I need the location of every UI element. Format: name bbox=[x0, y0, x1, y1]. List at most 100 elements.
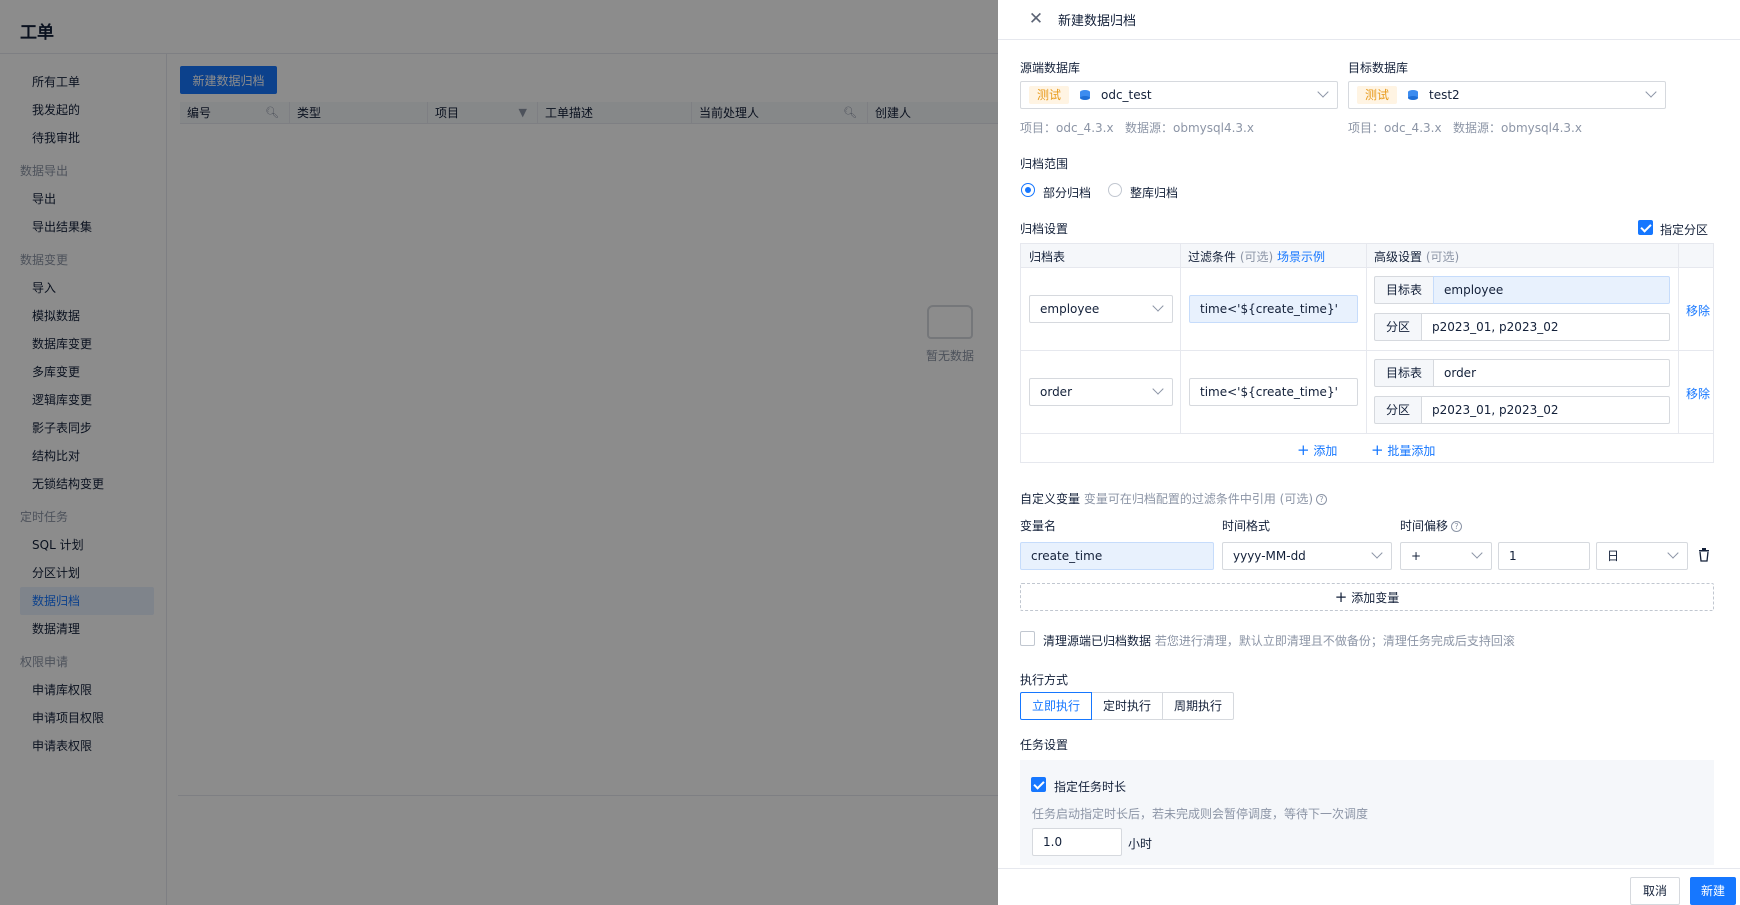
source-db-value: odc_test bbox=[1101, 88, 1152, 102]
source-datasource-meta: 数据源：obmysql4.3.x bbox=[1125, 121, 1254, 135]
divider bbox=[1366, 244, 1367, 434]
duration-checkbox[interactable] bbox=[1031, 777, 1046, 792]
chevron-down-icon bbox=[1645, 86, 1657, 98]
col-var-name: 变量名 bbox=[1020, 519, 1057, 533]
partition-select[interactable]: p2023_01, p2023_02 bbox=[1421, 313, 1670, 341]
col-archive-table: 归档表 bbox=[1029, 250, 1066, 264]
radio-partial-archive[interactable] bbox=[1021, 183, 1035, 197]
offset-sign-select[interactable]: + bbox=[1400, 542, 1492, 570]
target-db-label: 目标数据库 bbox=[1348, 61, 1409, 75]
scope-label: 归档范围 bbox=[1020, 157, 1069, 171]
question-icon[interactable]: ? bbox=[1316, 494, 1328, 505]
variable-name-input[interactable]: create_time bbox=[1020, 542, 1214, 570]
env-tag: 测试 bbox=[1357, 86, 1398, 104]
offset-unit-select[interactable]: 日 bbox=[1596, 542, 1688, 570]
divider bbox=[1021, 350, 1713, 351]
exec-label: 执行方式 bbox=[1020, 673, 1069, 687]
partition-prefix: 分区 bbox=[1374, 396, 1422, 424]
exec-scheduled-button[interactable]: 定时执行 bbox=[1091, 692, 1163, 720]
source-db-select[interactable]: 测试 odc_test bbox=[1020, 81, 1338, 109]
chevron-down-icon bbox=[1471, 547, 1483, 559]
cleanup-hint: 若您进行清理，默认立即清理且不做备份；清理任务完成后支持回滚 bbox=[1154, 634, 1515, 648]
remove-row-link[interactable]: 移除 bbox=[1686, 385, 1710, 402]
task-settings-label: 任务设置 bbox=[1020, 738, 1069, 752]
col-filter: 过滤条件 (可选) 场景示例 bbox=[1188, 250, 1326, 264]
env-tag: 测试 bbox=[1029, 86, 1070, 104]
col-advanced: 高级设置 (可选) bbox=[1374, 250, 1460, 264]
filter-input[interactable]: time<'${create_time}' bbox=[1189, 378, 1358, 406]
add-table-button[interactable]: + 添加 bbox=[1297, 441, 1337, 459]
exec-immediate-button[interactable]: 立即执行 bbox=[1020, 692, 1092, 720]
target-table-prefix: 目标表 bbox=[1374, 276, 1434, 304]
offset-value-input[interactable]: 1 bbox=[1498, 542, 1590, 570]
drawer-header: ✕ 新建数据归档 bbox=[998, 0, 1740, 40]
variables-label: 自定义变量 bbox=[1020, 492, 1081, 506]
radio-label-partial[interactable]: 部分归档 bbox=[1043, 184, 1091, 201]
time-format-select[interactable]: yyyy-MM-dd bbox=[1222, 542, 1392, 570]
archive-table-header bbox=[1021, 244, 1713, 268]
chevron-down-icon bbox=[1371, 547, 1383, 559]
radio-label-full[interactable]: 整库归档 bbox=[1130, 184, 1178, 201]
chevron-down-icon bbox=[1152, 383, 1164, 395]
archive-table-select[interactable]: employee bbox=[1029, 295, 1173, 323]
time-format-value: yyyy-MM-dd bbox=[1233, 549, 1306, 563]
target-table-prefix: 目标表 bbox=[1374, 359, 1434, 387]
delete-icon[interactable] bbox=[1698, 548, 1710, 562]
cleanup-checkbox[interactable] bbox=[1020, 631, 1035, 646]
archive-table-value: employee bbox=[1040, 302, 1100, 316]
duration-input[interactable]: 1.0 bbox=[1032, 828, 1122, 856]
offset-sign-value: + bbox=[1411, 549, 1422, 563]
filter-input[interactable]: time<'${create_time}' bbox=[1189, 295, 1358, 323]
offset-unit-value: 日 bbox=[1607, 549, 1620, 563]
partition-checkbox-label[interactable]: 指定分区 bbox=[1660, 221, 1708, 238]
divider bbox=[1021, 433, 1713, 434]
question-icon[interactable]: ? bbox=[1451, 521, 1463, 532]
col-time-offset: 时间偏移? bbox=[1400, 517, 1463, 534]
col-time-format: 时间格式 bbox=[1222, 519, 1271, 533]
plus-icon: + bbox=[1334, 588, 1348, 606]
source-db-label: 源端数据库 bbox=[1020, 61, 1081, 75]
chevron-down-icon bbox=[1667, 547, 1679, 559]
target-datasource-meta: 数据源：obmysql4.3.x bbox=[1453, 121, 1582, 135]
drawer-title: 新建数据归档 bbox=[1058, 14, 1137, 29]
radio-full-archive[interactable] bbox=[1108, 183, 1122, 197]
plus-icon: + bbox=[1297, 441, 1310, 459]
add-variable-button[interactable]: + 添加变量 bbox=[1020, 583, 1714, 611]
divider bbox=[1180, 244, 1181, 434]
database-icon bbox=[1408, 90, 1418, 100]
scenario-example-link[interactable]: 场景示例 bbox=[1277, 250, 1325, 264]
close-icon[interactable]: ✕ bbox=[1026, 9, 1046, 29]
remove-row-link[interactable]: 移除 bbox=[1686, 302, 1710, 319]
cancel-button[interactable]: 取消 bbox=[1630, 877, 1680, 905]
plus-icon: + bbox=[1371, 441, 1384, 459]
chevron-down-icon bbox=[1152, 300, 1164, 312]
target-project-meta: 项目：odc_4.3.x bbox=[1348, 121, 1442, 135]
target-db-value: test2 bbox=[1429, 88, 1460, 102]
target-db-select[interactable]: 测试 test2 bbox=[1348, 81, 1666, 109]
variables-hint: 变量可在归档配置的过滤条件中引用 (可选) bbox=[1083, 492, 1314, 506]
cleanup-section: 清理源端已归档数据 若您进行清理，默认立即清理且不做备份；清理任务完成后支持回滚 bbox=[1043, 632, 1515, 649]
divider bbox=[1678, 244, 1679, 434]
archive-table-value: order bbox=[1040, 385, 1072, 399]
settings-label: 归档设置 bbox=[1020, 222, 1069, 236]
cleanup-label[interactable]: 清理源端已归档数据 bbox=[1043, 634, 1151, 648]
batch-add-button[interactable]: + 批量添加 bbox=[1371, 441, 1435, 459]
source-project-meta: 项目：odc_4.3.x bbox=[1020, 121, 1114, 135]
partition-checkbox[interactable] bbox=[1638, 220, 1653, 235]
duration-unit: 小时 bbox=[1128, 837, 1153, 851]
submit-button[interactable]: 新建 bbox=[1690, 877, 1736, 905]
exec-periodic-button[interactable]: 周期执行 bbox=[1162, 692, 1234, 720]
archive-table: 归档表 过滤条件 (可选) 场景示例 高级设置 (可选) employee ti… bbox=[1020, 243, 1714, 463]
new-archive-drawer: ✕ 新建数据归档 源端数据库 测试 odc_test 项目：odc_4.3.x … bbox=[998, 0, 1740, 905]
duration-label[interactable]: 指定任务时长 bbox=[1054, 778, 1126, 795]
drawer-footer: 取消 新建 bbox=[998, 868, 1740, 905]
partition-select[interactable]: p2023_01, p2023_02 bbox=[1421, 396, 1670, 424]
archive-table-select[interactable]: order bbox=[1029, 378, 1173, 406]
chevron-down-icon bbox=[1317, 86, 1329, 98]
variables-section: 自定义变量 变量可在归档配置的过滤条件中引用 (可选)? bbox=[1020, 490, 1328, 507]
partition-prefix: 分区 bbox=[1374, 313, 1422, 341]
target-table-input[interactable]: employee bbox=[1433, 276, 1670, 304]
task-settings-panel: 指定任务时长 任务启动指定时长后，若未完成则会暂停调度，等待下一次调度 1.0 … bbox=[1020, 760, 1714, 865]
target-table-input[interactable]: order bbox=[1433, 359, 1670, 387]
database-icon bbox=[1080, 90, 1090, 100]
